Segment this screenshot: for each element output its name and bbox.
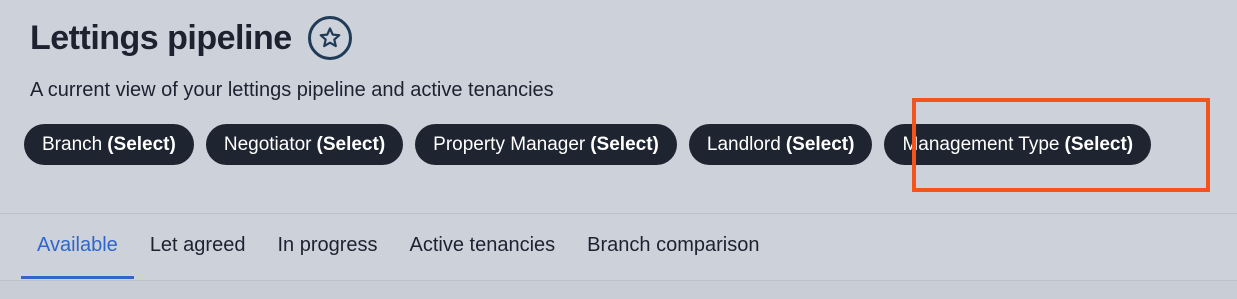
content-area [0, 281, 1237, 299]
tab-in-progress[interactable]: In progress [261, 214, 393, 279]
filter-label: Property Manager [433, 133, 586, 155]
tab-available[interactable]: Available [21, 214, 134, 279]
filter-label: Branch [42, 133, 103, 155]
star-icon [319, 27, 341, 48]
filter-value: (Select) [316, 133, 386, 155]
filter-label: Management Type [902, 133, 1060, 155]
tab-let-agreed[interactable]: Let agreed [134, 214, 262, 279]
filter-label: Landlord [706, 133, 781, 155]
tab-branch-comparison[interactable]: Branch comparison [571, 214, 775, 279]
filter-landlord[interactable]: Landlord (Select) [688, 124, 873, 165]
page-header: Lettings pipeline A current view of your… [0, 0, 1237, 214]
tab-active-tenancies[interactable]: Active tenancies [394, 214, 572, 279]
page-title: Lettings pipeline [30, 19, 292, 57]
filter-management-type[interactable]: Management Type (Select) [884, 124, 1152, 165]
filter-branch[interactable]: Branch (Select) [24, 124, 194, 165]
favorite-button[interactable] [307, 16, 352, 60]
filter-value: (Select) [107, 133, 176, 155]
filter-value: (Select) [785, 133, 855, 155]
filter-property-manager[interactable]: Property Manager (Select) [415, 124, 677, 165]
filter-negotiator[interactable]: Negotiator (Select) [205, 124, 404, 165]
title-row: Lettings pipeline [30, 14, 352, 62]
tab-bar: Available Let agreed In progress Active … [21, 214, 775, 280]
page-subtitle: A current view of your lettings pipeline… [30, 79, 554, 101]
filter-value: (Select) [1064, 133, 1134, 155]
filter-value: (Select) [590, 133, 659, 155]
filter-bar: Branch (Select) Negotiator (Select) Prop… [24, 124, 1152, 165]
filter-label: Negotiator [223, 133, 312, 155]
